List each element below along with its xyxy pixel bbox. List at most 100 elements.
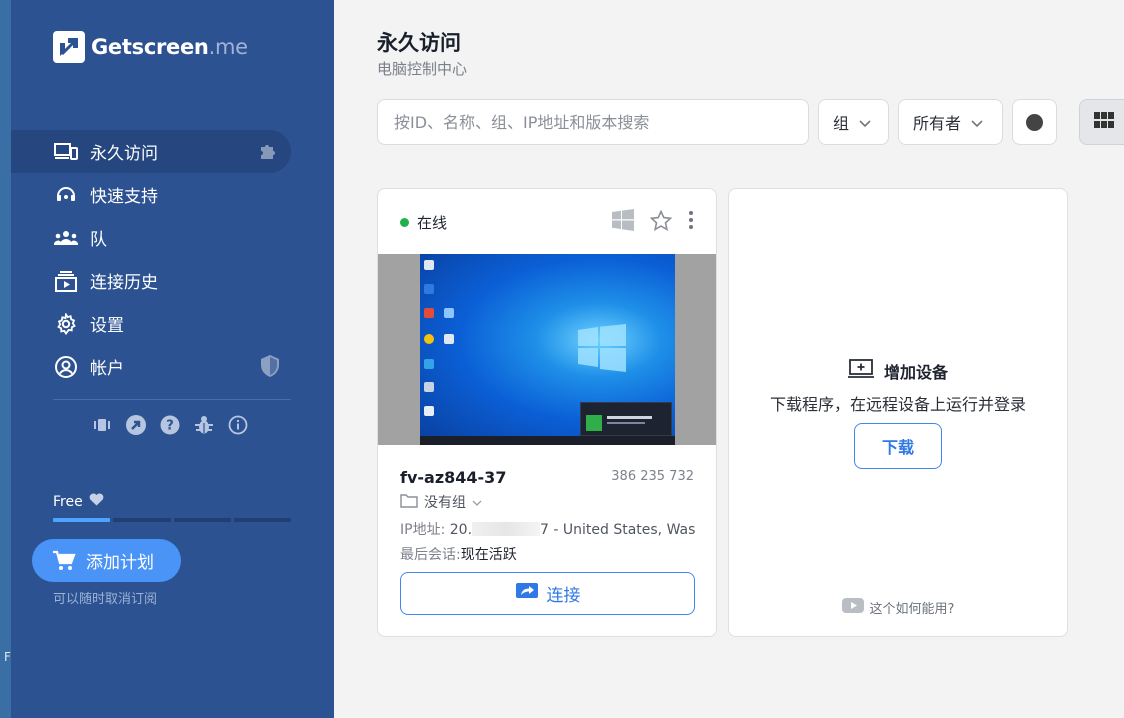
windows-icon [612,209,634,235]
more-vertical-icon[interactable] [688,210,694,234]
device-screen-preview[interactable] [378,254,716,445]
desktop-icon [424,406,434,416]
puzzle-icon[interactable] [257,139,281,168]
device-card[interactable]: 在线 fv-az844-37 386 235 732 没有组 IP地址: 20.… [377,188,717,637]
windows-wallpaper-logo [578,324,626,372]
add-device-description: 下载程序，在远程设备上运行并登录 [769,395,1026,414]
sidebar-divider [53,399,291,400]
plan-indicator: Free [53,493,104,510]
bug-icon[interactable] [193,414,215,436]
desktop-icon [424,308,434,318]
ip-label: IP地址: [400,522,446,538]
sidebar-item-label: 队 [90,230,107,250]
heart-icon [89,493,104,510]
svg-text:?: ? [166,419,174,434]
grid-view-icon [1094,112,1114,132]
download-button[interactable]: 下载 [854,423,942,469]
sidebar-item-account[interactable]: 帐户 [11,345,291,388]
cart-icon [52,550,76,572]
grid-view-button[interactable] [1079,99,1124,145]
sidebar-item-label: 连接历史 [90,273,158,293]
device-status-label: 在线 [417,214,448,232]
plan-usage-bar [53,518,291,522]
device-status: 在线 [400,212,447,233]
add-device-title-label: 增加设备 [883,363,948,382]
strip-letter: F [4,650,11,664]
plan-segment [113,518,171,522]
desktop-icon [424,260,434,270]
sidebar-item-permanent-access[interactable]: 永久访问 [11,130,291,173]
sidebar-nav: 永久访问 快速支持 队 连接历史 设置 帐户 [11,130,291,388]
sidebar-item-history[interactable]: 连接历史 [11,259,291,302]
desktop-icon [424,284,434,294]
connect-label: 连接 [546,586,581,606]
group-select[interactable]: 组 [818,99,889,145]
getscreen-icon[interactable] [125,414,147,436]
history-icon [53,268,79,294]
plan-segment [173,518,231,522]
owner-select-label: 所有者 [913,114,962,133]
vibrate-icon[interactable] [91,414,113,436]
desktop-icon [444,308,454,318]
brand-suffix: .me [208,35,248,59]
sidebar-item-label: 设置 [90,316,124,336]
page-subtitle: 电脑控制中心 [377,60,468,78]
desktop-icon [444,334,454,344]
chevron-down-icon [971,113,983,132]
status-dot-icon [1026,113,1043,131]
online-dot-icon [400,218,409,227]
add-device-icon [847,359,874,383]
device-card-actions [612,209,694,235]
device-ip: IP地址: 20. 7 - United States, Wash... [400,519,696,539]
plan-label: Free [53,493,83,510]
connection-notification [580,402,672,436]
info-icon[interactable] [227,414,249,436]
chevron-down-icon [472,494,482,510]
shield-icon [259,354,281,383]
device-group-label: 没有组 [424,495,466,511]
team-icon [53,225,79,251]
add-device-title: 增加设备 [729,359,1067,383]
cancel-subscription-note: 可以随时取消订阅 [53,592,158,607]
sidebar-item-team[interactable]: 队 [11,216,291,259]
devices-icon [53,139,79,165]
device-group-select[interactable]: 没有组 [400,492,482,512]
sidebar-item-label: 快速支持 [90,187,158,207]
sidebar-item-label: 帐户 [90,359,124,379]
sidebar: Getscreen.me 永久访问 快速支持 队 连接历史 设置 帐户 ? Fr… [11,0,334,718]
folder-icon [400,493,418,512]
device-id: 386 235 732 [611,469,694,484]
sidebar-item-quick-support[interactable]: 快速支持 [11,173,291,216]
search-input[interactable] [377,99,809,145]
add-plan-button[interactable]: 添加计划 [32,539,181,582]
how-it-works-link[interactable]: 这个如何能用? [729,598,1067,617]
sidebar-item-label: 永久访问 [90,144,158,164]
taskbar [420,436,675,445]
desktop-icon [424,359,434,369]
ip-redaction [472,522,541,536]
how-it-works-label: 这个如何能用? [869,602,955,617]
star-icon[interactable] [649,209,673,235]
add-device-card: 增加设备 下载程序，在远程设备上运行并登录 下载 这个如何能用? [728,188,1068,637]
user-circle-icon [53,354,79,380]
utility-icon-row: ? [91,414,249,436]
plan-segment [53,518,111,522]
youtube-icon [841,598,864,617]
page-title: 永久访问 [377,31,461,55]
desktop-thumbnail [420,254,675,445]
headset-icon [53,182,79,208]
connect-icon [515,581,539,606]
ip-suffix: 7 - United States, Wash... [540,522,696,538]
brand-name: Getscreen.me [91,35,248,59]
desktop-icon [424,334,434,344]
ip-prefix: 20. [449,522,473,538]
connect-button[interactable]: 连接 [400,572,695,615]
device-last-session: 最后会话:现在活跃 [400,544,517,564]
sidebar-item-settings[interactable]: 设置 [11,302,291,345]
help-icon[interactable]: ? [159,414,181,436]
owner-select[interactable]: 所有者 [898,99,1003,145]
brand-logo[interactable]: Getscreen.me [53,31,248,63]
gear-icon [53,311,79,337]
desktop-icon [424,382,434,392]
status-filter-button[interactable] [1012,99,1057,145]
